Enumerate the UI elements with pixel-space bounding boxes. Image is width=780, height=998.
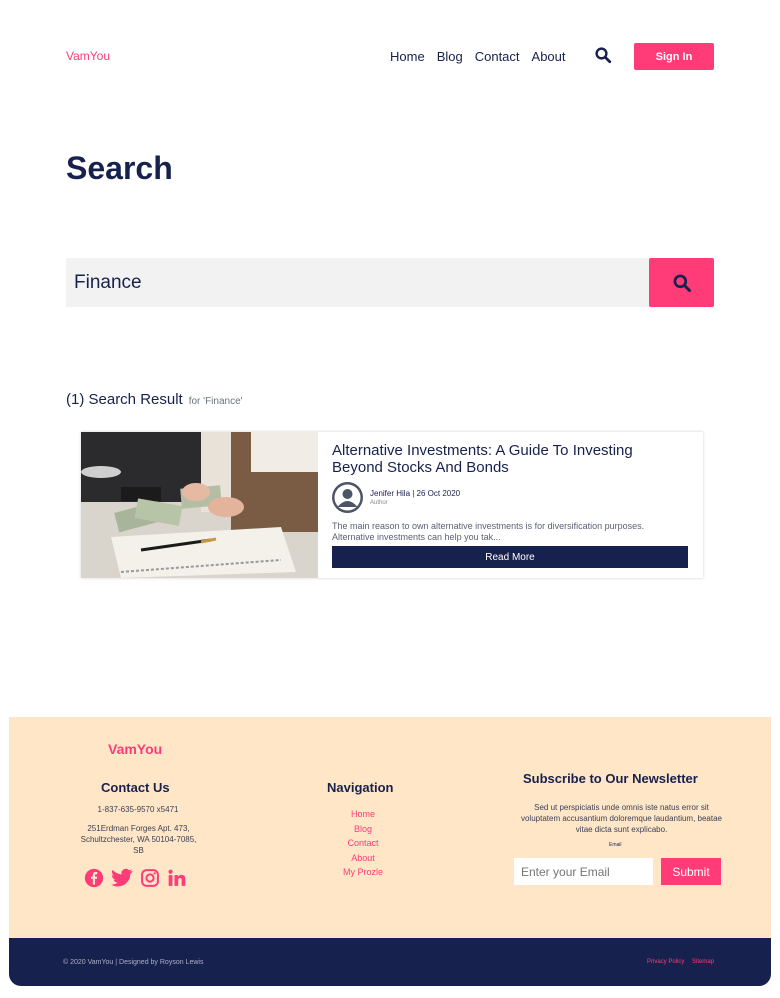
twitter-icon[interactable] — [111, 868, 133, 888]
author-row: Jenifer Hila | 26 Oct 2020 Author — [332, 482, 688, 513]
footer-link-about[interactable]: About — [318, 851, 408, 866]
search-bar — [66, 258, 714, 307]
email-label: Email — [609, 842, 622, 848]
avatar — [332, 482, 363, 513]
privacy-policy-link[interactable]: Privacy Policy — [647, 959, 684, 965]
footer-logo[interactable]: VamYou — [108, 741, 162, 757]
nav-contact[interactable]: Contact — [475, 49, 520, 64]
social-links — [84, 868, 194, 888]
read-more-button[interactable]: Read More — [332, 546, 688, 568]
footer-nav: Home Blog Contact About My Prozle — [318, 807, 408, 880]
results-query: for 'Finance' — [188, 396, 243, 407]
footer-main: VamYou Contact Us 1-837-635-9570 x5471 2… — [9, 717, 771, 938]
contact-address: 251Erdman Forges Apt. 473, Schultzcheste… — [80, 824, 197, 855]
legal-links: Privacy Policy Sitemap — [641, 959, 714, 965]
submit-button[interactable]: Submit — [661, 858, 721, 885]
card-image[interactable] — [81, 432, 318, 578]
search-input[interactable] — [66, 258, 649, 307]
author-role: Author — [370, 500, 388, 506]
contact-title: Contact Us — [101, 780, 170, 795]
result-card[interactable]: Alternative Investments: A Guide To Inve… — [81, 432, 703, 578]
sitemap-link[interactable]: Sitemap — [692, 959, 714, 965]
results-count: (1) Search Result — [66, 391, 183, 408]
footer-link-home[interactable]: Home — [318, 807, 408, 822]
search-button[interactable] — [649, 258, 714, 307]
nav-blog[interactable]: Blog — [437, 49, 463, 64]
main-nav: Home Blog Contact About — [390, 47, 612, 64]
search-icon[interactable] — [594, 46, 614, 66]
navigation-title: Navigation — [327, 780, 394, 795]
results-heading: (1) Search Result for 'Finance' — [66, 391, 243, 408]
footer-bottom-bar: © 2020 VamYou | Designed by Royson Lewis… — [9, 938, 771, 986]
contact-phone: 1-837-635-9570 x5471 — [97, 805, 179, 814]
copyright-text: © 2020 VamYou | Designed by Royson Lewis — [63, 959, 204, 966]
newsletter-text: Sed ut perspiciatis unde omnis iste natu… — [520, 803, 722, 834]
footer-link-my-profile[interactable]: My Prozle — [318, 865, 408, 880]
card-excerpt: The main reason to own alternative inves… — [332, 521, 645, 542]
author-name-date: Jenifer Hila | 26 Oct 2020 — [370, 489, 461, 498]
card-title[interactable]: Alternative Investments: A Guide To Inve… — [332, 442, 652, 476]
author-info: Jenifer Hila | 26 Oct 2020 Author — [370, 489, 460, 506]
site-logo[interactable]: VamYou — [66, 49, 110, 63]
instagram-icon[interactable] — [140, 868, 160, 888]
email-field[interactable] — [514, 858, 653, 885]
page-title: Search — [66, 150, 173, 186]
footer-link-contact[interactable]: Contact — [318, 836, 408, 851]
search-icon — [673, 274, 691, 292]
card-body: Alternative Investments: A Guide To Inve… — [318, 432, 703, 578]
facebook-icon[interactable] — [84, 868, 104, 888]
footer: VamYou Contact Us 1-837-635-9570 x5471 2… — [9, 717, 771, 986]
newsletter-title: Subscribe to Our Newsletter — [523, 771, 698, 786]
footer-link-blog[interactable]: Blog — [318, 822, 408, 837]
page: VamYou Home Blog Contact About Sign In S… — [0, 0, 780, 998]
sign-in-button[interactable]: Sign In — [634, 43, 714, 70]
linkedin-icon[interactable] — [167, 868, 187, 888]
nav-about[interactable]: About — [532, 49, 566, 64]
nav-home[interactable]: Home — [390, 49, 425, 64]
